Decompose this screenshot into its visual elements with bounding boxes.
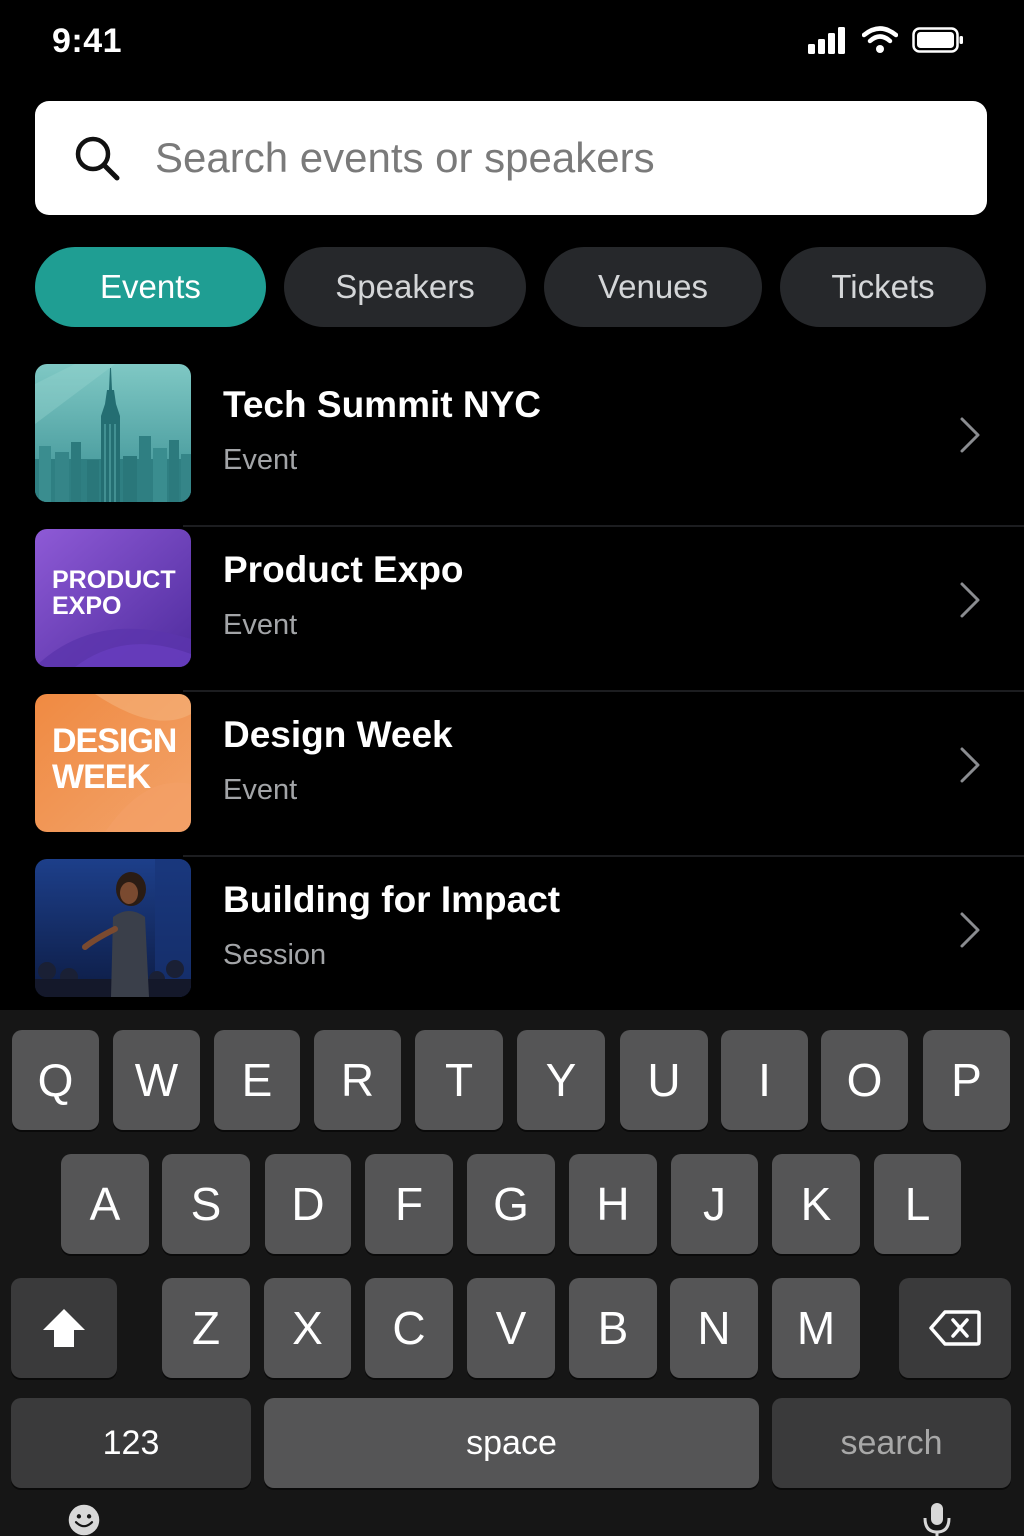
design-week-thumbnail: DESIGN WEEK bbox=[35, 694, 191, 832]
product-expo-thumbnail: PRODUCT EXPO bbox=[35, 529, 191, 667]
status-bar: 9:41 bbox=[0, 0, 1024, 84]
key-i[interactable]: I bbox=[721, 1030, 808, 1130]
tab-speakers[interactable]: Speakers bbox=[284, 247, 526, 327]
microphone-icon[interactable] bbox=[922, 1502, 952, 1536]
key-d[interactable]: D bbox=[265, 1154, 351, 1254]
key-v[interactable]: V bbox=[467, 1278, 555, 1378]
item-type: Session bbox=[223, 939, 327, 971]
chevron-right-icon bbox=[960, 417, 980, 453]
key-m[interactable]: M bbox=[772, 1278, 860, 1378]
thumbnail-label: DESIGN WEEK bbox=[52, 722, 177, 796]
numbers-key[interactable]: 123 bbox=[11, 1398, 251, 1488]
item-title: Tech Summit NYC bbox=[223, 384, 541, 425]
backspace-key[interactable] bbox=[899, 1278, 1011, 1378]
list-item[interactable]: Tech Summit NYC Event bbox=[0, 362, 1024, 527]
city-skyline-thumbnail bbox=[35, 364, 191, 502]
list-item[interactable]: DESIGN WEEK Design Week Event bbox=[0, 692, 1024, 857]
item-type: Event bbox=[223, 609, 298, 641]
status-icons bbox=[808, 26, 964, 54]
item-type: Event bbox=[223, 444, 298, 476]
key-e[interactable]: E bbox=[214, 1030, 300, 1130]
status-time: 9:41 bbox=[52, 22, 123, 60]
keyboard: Q W E R T Y U I O P A S D F G H J K L Z … bbox=[0, 1010, 1024, 1536]
key-h[interactable]: H bbox=[569, 1154, 657, 1254]
key-c[interactable]: C bbox=[365, 1278, 453, 1378]
shift-arrow-icon bbox=[43, 1309, 85, 1347]
key-b[interactable]: B bbox=[569, 1278, 657, 1378]
item-title: Design Week bbox=[223, 714, 453, 755]
key-w[interactable]: W bbox=[113, 1030, 200, 1130]
tab-venues[interactable]: Venues bbox=[544, 247, 762, 327]
tab-tickets[interactable]: Tickets bbox=[780, 247, 986, 327]
speaker-photo-thumbnail bbox=[35, 859, 191, 997]
chevron-right-icon bbox=[960, 747, 980, 783]
key-s[interactable]: S bbox=[162, 1154, 250, 1254]
item-title: Product Expo bbox=[223, 549, 464, 590]
key-x[interactable]: X bbox=[264, 1278, 351, 1378]
key-r[interactable]: R bbox=[314, 1030, 401, 1130]
key-y[interactable]: Y bbox=[517, 1030, 605, 1130]
chevron-right-icon bbox=[960, 912, 980, 948]
thumbnail-label: PRODUCT EXPO bbox=[52, 566, 176, 621]
filter-tabs: Events Speakers Venues Tickets bbox=[0, 247, 1024, 327]
search-icon bbox=[75, 136, 120, 181]
list-item[interactable]: Building for Impact Session bbox=[0, 857, 1024, 1022]
battery-icon bbox=[912, 27, 963, 53]
search-input[interactable] bbox=[155, 121, 935, 195]
emoji-icon[interactable] bbox=[62, 1504, 106, 1536]
key-g[interactable]: G bbox=[467, 1154, 555, 1254]
tab-events[interactable]: Events bbox=[35, 247, 266, 327]
key-t[interactable]: T bbox=[415, 1030, 503, 1130]
key-o[interactable]: O bbox=[821, 1030, 908, 1130]
search-key[interactable]: search bbox=[772, 1398, 1011, 1488]
item-title: Building for Impact bbox=[223, 879, 561, 920]
list-item[interactable]: PRODUCT EXPO Product Expo Event bbox=[0, 527, 1024, 692]
chevron-right-icon bbox=[960, 582, 980, 618]
wifi-icon bbox=[862, 26, 898, 53]
key-u[interactable]: U bbox=[620, 1030, 708, 1130]
backspace-icon bbox=[929, 1310, 981, 1346]
key-p[interactable]: P bbox=[923, 1030, 1010, 1130]
space-key[interactable]: space bbox=[264, 1398, 759, 1488]
cellular-signal-icon bbox=[808, 27, 845, 54]
key-k[interactable]: K bbox=[772, 1154, 860, 1254]
key-l[interactable]: L bbox=[874, 1154, 961, 1254]
shift-key[interactable] bbox=[11, 1278, 117, 1378]
item-type: Event bbox=[223, 774, 298, 806]
key-a[interactable]: A bbox=[61, 1154, 149, 1254]
search-bar[interactable] bbox=[35, 101, 987, 215]
key-q[interactable]: Q bbox=[12, 1030, 99, 1130]
key-z[interactable]: Z bbox=[162, 1278, 250, 1378]
key-f[interactable]: F bbox=[365, 1154, 453, 1254]
key-n[interactable]: N bbox=[670, 1278, 758, 1378]
key-j[interactable]: J bbox=[671, 1154, 758, 1254]
